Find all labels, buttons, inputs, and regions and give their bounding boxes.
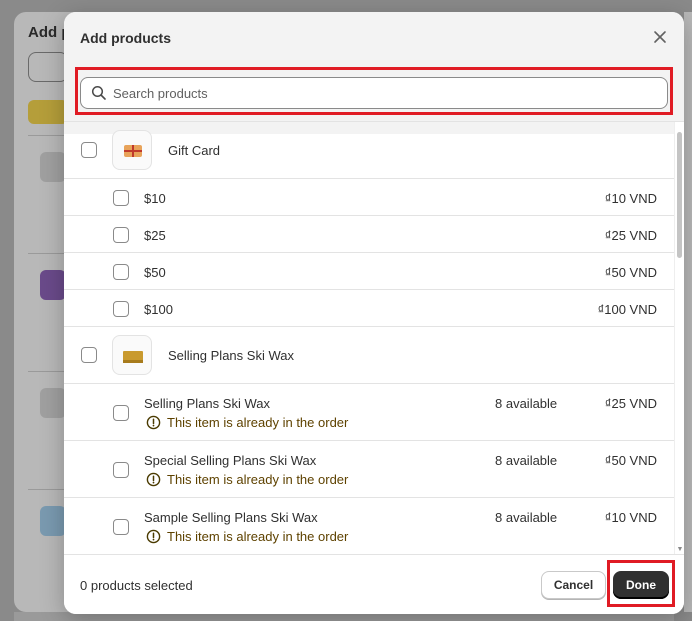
variant-checkbox[interactable] [113, 190, 129, 206]
modal-header: Add products [64, 12, 684, 64]
variant-row[interactable]: Sample Selling Plans Ski Wax 8 available… [64, 498, 674, 554]
variant-checkbox[interactable] [113, 405, 129, 421]
product-name: Selling Plans Ski Wax [168, 348, 294, 363]
variant-price: ₫10 VND [604, 510, 657, 525]
ski-wax-image [123, 351, 143, 363]
variant-price: ₫25 VND [604, 228, 657, 243]
product-checkbox[interactable] [81, 142, 97, 158]
selected-count: 0 products selected [80, 578, 193, 593]
product-row-gift-card[interactable]: Gift Card [64, 122, 674, 179]
modal-title: Add products [80, 30, 171, 46]
already-in-order-warning: This item is already in the order [146, 529, 348, 544]
background-search [28, 52, 68, 82]
variant-row[interactable]: $10 ₫10 VND [64, 179, 674, 216]
variant-availability: 8 available [495, 396, 558, 411]
close-button[interactable] [650, 27, 670, 47]
variant-name: Special Selling Plans Ski Wax [144, 453, 317, 468]
variant-availability: 8 available [495, 510, 558, 525]
variant-name: $25 [144, 228, 166, 243]
already-in-order-warning: This item is already in the order [146, 472, 348, 487]
variant-availability: 8 available [495, 453, 558, 468]
product-list[interactable]: Gift Card $10 ₫10 VND $25 ₫25 VND $50 ₫5… [64, 122, 674, 554]
product-checkbox[interactable] [81, 347, 97, 363]
search-icon [91, 85, 106, 100]
add-products-modal: Add products Search products Gift Card $… [64, 12, 684, 614]
product-row-ski-wax[interactable]: Selling Plans Ski Wax [64, 327, 674, 384]
variant-price: ₫50 VND [604, 453, 657, 468]
variant-price: ₫10 VND [604, 191, 657, 206]
product-thumbnail [112, 335, 152, 375]
variant-row[interactable]: Special Selling Plans Ski Wax 8 availabl… [64, 441, 674, 498]
variant-price: ₫50 VND [604, 265, 657, 280]
variant-row[interactable]: $25 ₫25 VND [64, 216, 674, 253]
product-thumbnail [112, 130, 152, 170]
gift-card-image [124, 145, 142, 157]
modal-footer: 0 products selected Cancel Done [64, 554, 684, 614]
search-input[interactable] [113, 78, 653, 108]
variant-name: Sample Selling Plans Ski Wax [144, 510, 318, 525]
already-in-order-warning: This item is already in the order [146, 415, 348, 430]
background-badge [28, 100, 68, 124]
variant-name: $50 [144, 265, 166, 280]
product-name: Gift Card [168, 143, 221, 158]
variant-name: $100 [144, 302, 173, 317]
variant-row[interactable]: Selling Plans Ski Wax 8 available ₫25 VN… [64, 384, 674, 441]
variant-checkbox[interactable] [113, 519, 129, 535]
warning-text: This item is already in the order [167, 529, 349, 544]
done-button[interactable]: Done [613, 571, 669, 599]
list-scrollbar[interactable]: ▼ [674, 122, 684, 554]
variant-price: ₫25 VND [604, 396, 657, 411]
scrollbar-thumb[interactable] [677, 132, 682, 258]
cancel-button[interactable]: Cancel [541, 571, 606, 599]
background-row [28, 489, 68, 599]
background-row [28, 135, 68, 245]
close-icon [654, 31, 666, 43]
variant-checkbox[interactable] [113, 462, 129, 478]
variant-checkbox[interactable] [113, 264, 129, 280]
alert-circle-icon [146, 415, 161, 430]
alert-circle-icon [146, 472, 161, 487]
warning-text: This item is already in the order [167, 415, 349, 430]
variant-row[interactable]: $50 ₫50 VND [64, 253, 674, 290]
search-box[interactable] [80, 77, 668, 109]
variant-checkbox[interactable] [113, 301, 129, 317]
background-row [28, 371, 68, 481]
background-side [684, 12, 692, 612]
variant-name: $10 [144, 191, 166, 206]
variant-name: Selling Plans Ski Wax [144, 396, 270, 411]
variant-row[interactable]: $100 ₫100 VND [64, 290, 674, 327]
variant-checkbox[interactable] [113, 227, 129, 243]
variant-price: ₫100 VND [597, 302, 657, 317]
scroll-down-arrow-icon[interactable]: ▼ [676, 546, 684, 554]
warning-text: This item is already in the order [167, 472, 349, 487]
background-row [28, 253, 68, 363]
alert-circle-icon [146, 529, 161, 544]
